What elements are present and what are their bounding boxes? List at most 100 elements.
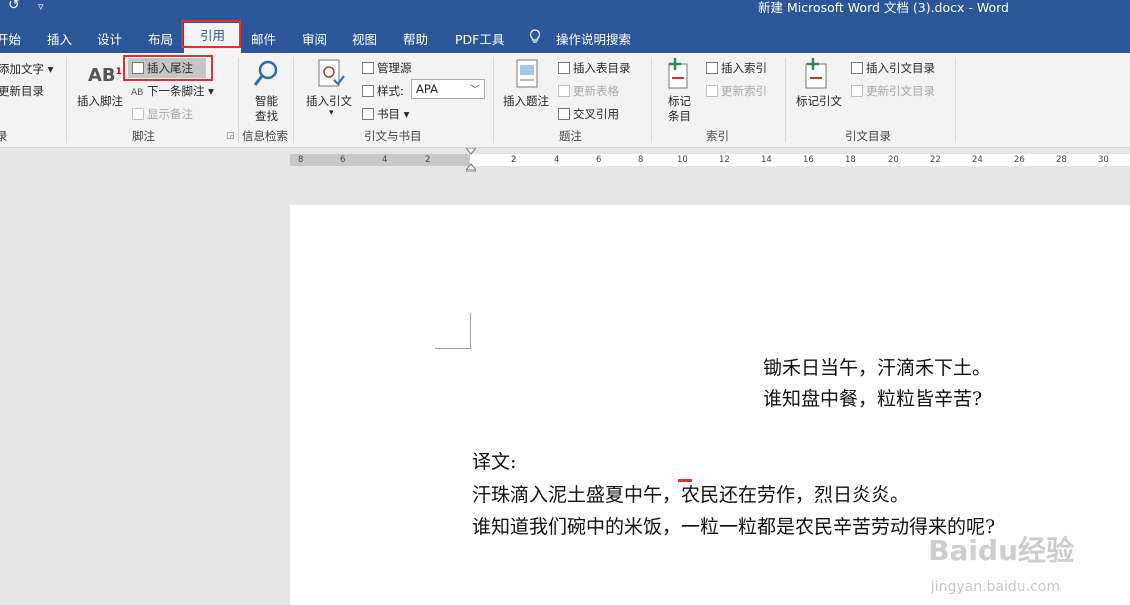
- tab-view[interactable]: 视图: [352, 29, 377, 48]
- toc-group-label: 录: [0, 129, 8, 143]
- index-group-label: 索引: [706, 129, 729, 143]
- update-toa-button[interactable]: 更新引文目录: [851, 83, 935, 99]
- ruler-number: 22: [930, 155, 941, 165]
- ruler-number: 8: [638, 155, 644, 165]
- update-index-button[interactable]: 更新索引: [706, 83, 767, 99]
- tab-pdf-tools[interactable]: PDF工具: [455, 29, 504, 48]
- title-bar: ↺ ▿ 新建 Microsoft Word 文档 (3).docx - Word…: [0, 0, 1130, 53]
- bibliography-button[interactable]: 书目 ▾: [362, 106, 409, 122]
- translation-line-2: 谁知道我们碗中的米饭，一粒一粒都是农民辛苦劳动得来的呢?: [472, 516, 996, 538]
- ruler-number: 18: [845, 155, 856, 165]
- mark-entry-label-2[interactable]: 条目: [668, 108, 691, 124]
- smart-lookup-label-2[interactable]: 查找: [255, 108, 278, 124]
- update-table-button[interactable]: 更新表格: [558, 83, 619, 99]
- add-text-button[interactable]: 添加文字 ▾: [0, 61, 53, 77]
- toa-group-label: 引文目录: [845, 129, 891, 143]
- highlight-box-tab: [181, 20, 241, 48]
- ruler-number: 4: [382, 155, 388, 165]
- update-table-icon: [558, 85, 570, 97]
- ruler-number: 16: [803, 155, 814, 165]
- ruler-number: 6: [340, 155, 346, 165]
- cross-reference-icon: [558, 108, 570, 120]
- page-margin-corner-mark: [435, 313, 471, 349]
- smart-lookup-label-1[interactable]: 智能: [255, 93, 278, 109]
- insert-footnote-icon: AB1: [88, 65, 122, 86]
- citation-style-select[interactable]: APA ﹀: [411, 79, 485, 99]
- footnotes-group-label: 脚注: [132, 129, 155, 143]
- lightbulb-icon: [529, 29, 541, 47]
- baidu-watermark-url: jingyan.baidu.com: [930, 579, 1060, 595]
- highlight-box-endnote: [123, 55, 213, 81]
- ribbon: 添加文字 ▾ 更新目录 录 AB1 插入脚注 插入尾注 AB 下一条脚注 ▾ 显…: [0, 53, 1130, 148]
- ruler-number: 10: [677, 155, 688, 165]
- show-notes-button[interactable]: 显示备注: [132, 106, 193, 122]
- translation-line-1: 汗珠滴入泥土盛夏中午，农民还在劳作，烈日炎炎。: [472, 484, 910, 506]
- ruler-number: 20: [888, 155, 899, 165]
- ruler-number: 4: [554, 155, 560, 165]
- ruler-number: 24: [972, 155, 983, 165]
- bibliography-icon: [362, 108, 374, 120]
- indent-marker-icon[interactable]: [466, 148, 476, 172]
- tab-layout[interactable]: 布局: [148, 29, 173, 48]
- update-toa-icon: [851, 85, 863, 97]
- ruler-left-margin: [290, 154, 470, 166]
- horizontal-ruler[interactable]: 8 6 4 2 2 4 6 8 10 12 14 16 18 20 22 24 …: [290, 148, 1130, 172]
- show-notes-icon: [132, 108, 144, 120]
- research-group-label: 信息检索: [242, 129, 288, 143]
- footnote-dialog-launcher-icon[interactable]: ◲: [226, 131, 235, 141]
- document-page[interactable]: 锄禾日当午，汗滴禾下土。 谁知盘中餐，粒粒皆辛苦? 译文: 汗珠滴入泥土盛夏中午…: [290, 205, 1130, 605]
- citation-style-value: APA: [416, 82, 438, 96]
- insert-caption-button[interactable]: 插入题注: [503, 93, 549, 109]
- ruler-number: 6: [596, 155, 602, 165]
- document-title: 新建 Microsoft Word 文档 (3).docx - Word: [757, 0, 1009, 15]
- ruler-number: 28: [1056, 155, 1067, 165]
- insert-toa-icon: [851, 62, 863, 74]
- ruler-number: 30: [1098, 155, 1109, 165]
- manage-sources-button[interactable]: 管理源: [362, 60, 412, 76]
- ruler-number: 14: [761, 155, 772, 165]
- mark-entry-label-1[interactable]: 标记: [668, 93, 691, 109]
- tab-mailings[interactable]: 邮件: [251, 29, 276, 48]
- cross-reference-button[interactable]: 交叉引用: [558, 106, 619, 122]
- tab-design[interactable]: 设计: [97, 29, 122, 48]
- mark-entry-icon: [667, 58, 691, 94]
- next-footnote-icon: AB: [131, 88, 144, 98]
- poem-line-2: 谁知盘中餐，粒粒皆辛苦?: [763, 388, 983, 410]
- baidu-watermark: Baidu经验: [928, 534, 1074, 567]
- insert-index-button[interactable]: 插入索引: [706, 60, 767, 76]
- insert-citation-button[interactable]: 插入引文: [306, 93, 352, 109]
- ruler-number: 26: [1014, 155, 1025, 165]
- table-of-figures-icon: [558, 62, 570, 74]
- insert-footnote-button[interactable]: 插入脚注: [77, 93, 123, 109]
- tab-insert[interactable]: 插入: [47, 29, 72, 48]
- style-icon: [362, 85, 374, 97]
- style-label: 样式:: [362, 83, 404, 99]
- update-toc-button[interactable]: 更新目录: [0, 83, 44, 99]
- tab-help[interactable]: 帮助: [403, 29, 428, 48]
- insert-caption-icon: [515, 59, 539, 93]
- insert-citation-icon: [316, 58, 346, 94]
- translation-heading: 译文:: [472, 451, 517, 473]
- poem-line-1: 锄禾日当午，汗滴禾下土。: [763, 357, 992, 379]
- customize-quick-access-icon[interactable]: ▿: [38, 0, 44, 13]
- undo-icon[interactable]: ↺: [8, 0, 20, 13]
- spellcheck-squiggle: [678, 479, 692, 482]
- ruler-number: 2: [425, 155, 431, 165]
- ruler-number: 12: [719, 155, 730, 165]
- ruler-number: 8: [298, 155, 304, 165]
- insert-toa-button[interactable]: 插入引文目录: [851, 60, 935, 76]
- mark-citation-icon: [804, 58, 832, 94]
- insert-citation-dropdown-icon[interactable]: ▾: [329, 108, 334, 118]
- citations-group-label: 引文与书目: [364, 129, 422, 143]
- tell-me-search[interactable]: 操作说明搜索: [556, 29, 631, 48]
- chevron-down-icon: ﹀: [470, 85, 480, 96]
- next-footnote-button[interactable]: AB 下一条脚注 ▾: [131, 83, 214, 99]
- insert-index-icon: [706, 62, 718, 74]
- ruler-bar: 8 6 4 2 2 4 6 8 10 12 14 16 18 20 22 24 …: [290, 154, 1130, 166]
- tab-home[interactable]: 开始: [0, 29, 21, 48]
- ruler-number: 2: [511, 155, 517, 165]
- mark-citation-button[interactable]: 标记引文: [796, 93, 842, 109]
- tab-review[interactable]: 审阅: [302, 29, 327, 48]
- update-index-icon: [706, 85, 718, 97]
- insert-table-of-figures-button[interactable]: 插入表目录: [558, 60, 631, 76]
